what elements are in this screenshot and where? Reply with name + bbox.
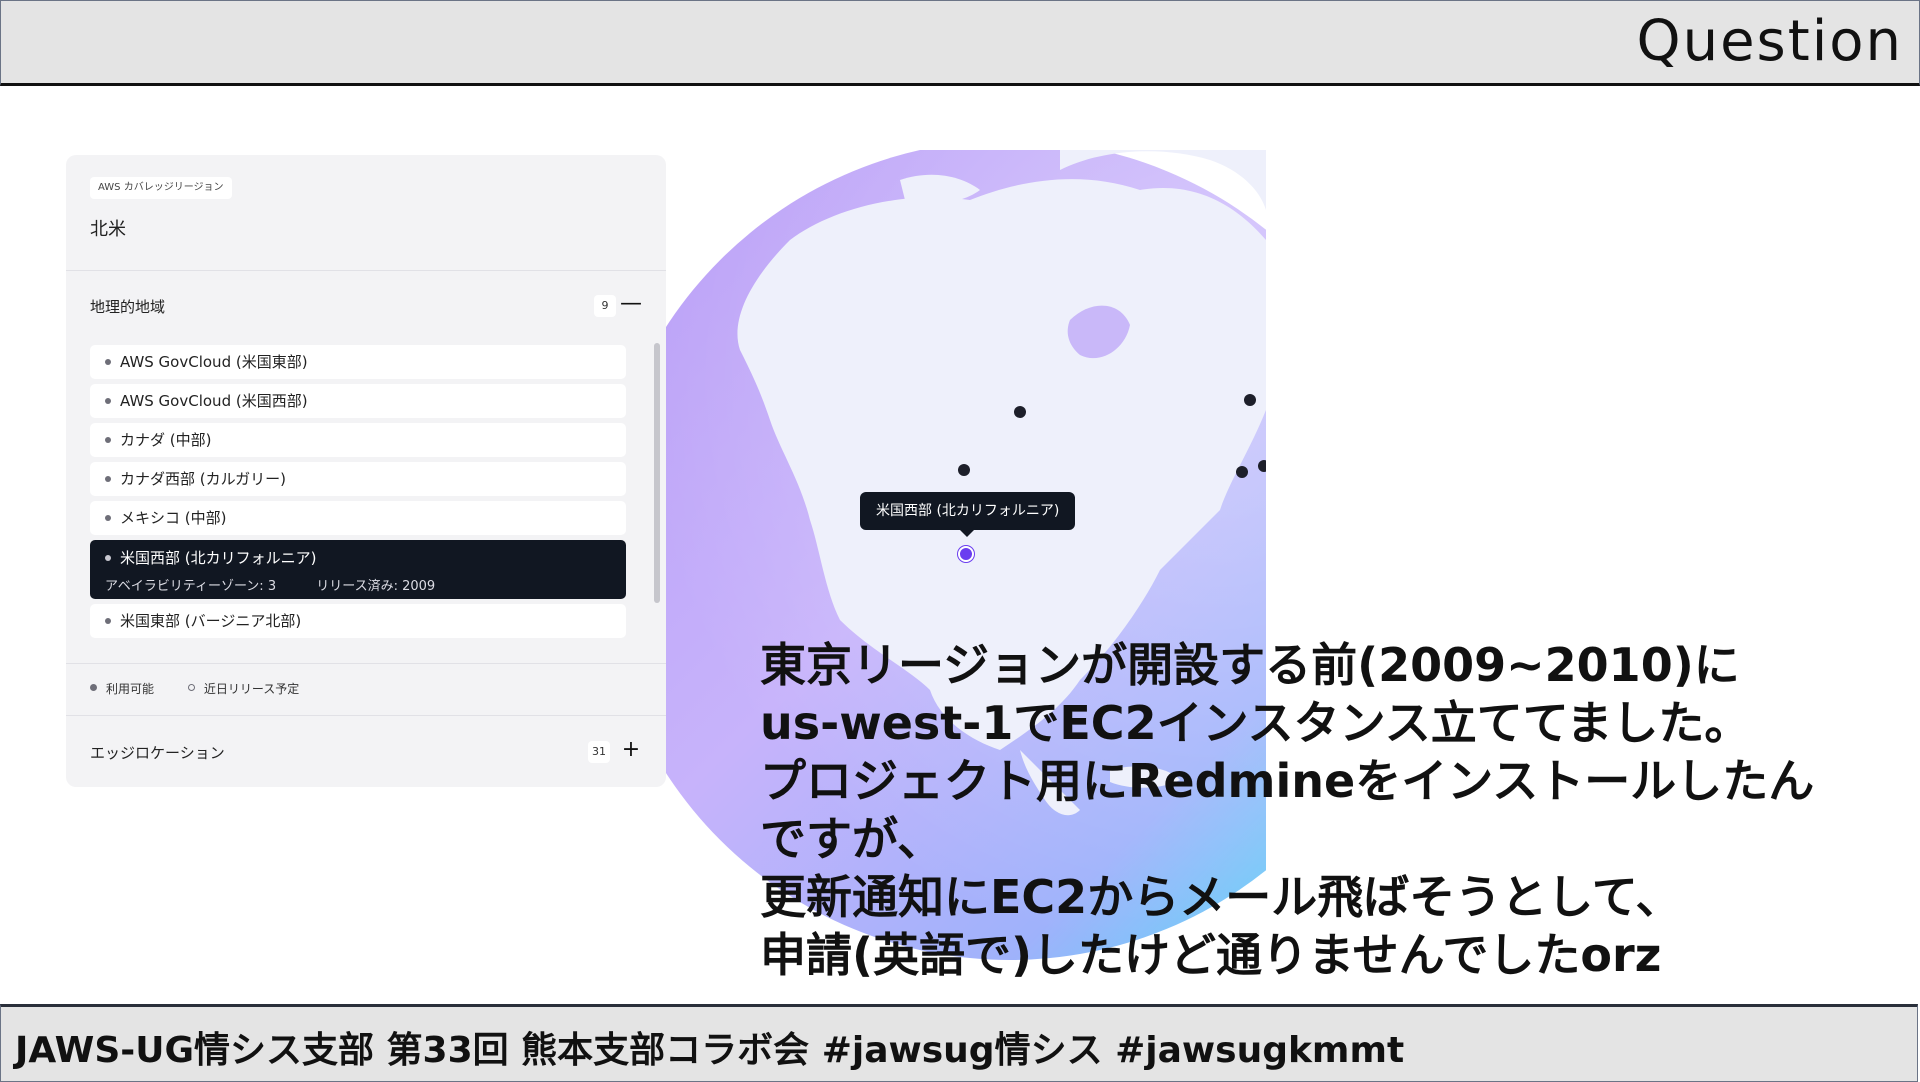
edge-section-label: エッジロケーション: [90, 744, 225, 762]
list-scrollbar[interactable]: [654, 343, 660, 603]
list-item-label: カナダ (中部): [120, 431, 212, 449]
question-line: プロジェクト用にRedmineをインストールしたん: [760, 754, 1815, 808]
legend-available: 利用可能: [90, 680, 154, 697]
list-item-label: カナダ西部 (カルガリー): [120, 470, 287, 488]
status-dot-icon: [105, 437, 111, 443]
question-line: 東京リージョンが開設する前(2009~2010)に: [760, 638, 1740, 692]
region-list: AWS GovCloud (米国東部) AWS GovCloud (米国西部) …: [90, 345, 626, 663]
divider: [66, 715, 666, 716]
list-item[interactable]: カナダ西部 (カルガリー): [90, 462, 626, 496]
question-line: 申請(英語で)したけど通りませんでしたorz: [760, 928, 1662, 982]
collapse-icon[interactable]: —: [620, 293, 642, 315]
question-line: ですが、: [760, 812, 944, 866]
status-dot-icon: [105, 555, 111, 561]
list-item[interactable]: 米国東部 (バージニア北部): [90, 604, 626, 638]
list-item-selected[interactable]: 米国西部 (北カリフォルニア) アベイラビリティーゾーン: 3 リリース済み: …: [90, 540, 626, 599]
list-item[interactable]: AWS GovCloud (米国東部): [90, 345, 626, 379]
legend-upcoming-label: 近日リリース予定: [203, 682, 300, 696]
list-item[interactable]: メキシコ (中部): [90, 501, 626, 535]
hollow-dot-icon: [187, 684, 195, 691]
legend-available-label: 利用可能: [106, 682, 155, 696]
region-pin[interactable]: [1258, 460, 1266, 472]
question-line: us-west-1でEC2インスタンス立ててました。: [760, 696, 1751, 750]
list-item-label: AWS GovCloud (米国西部): [120, 392, 308, 410]
map-tooltip: 米国西部 (北カリフォルニア): [860, 492, 1076, 537]
region-meta: アベイラビリティーゾーン: 3 リリース済み: 2009: [105, 575, 471, 594]
question-line: 更新通知にEC2からメール飛ばそうとして、: [760, 870, 1682, 924]
panel-region-title: 北米: [90, 219, 126, 240]
availability-zones: アベイラビリティーゾーン: 3: [105, 579, 277, 594]
slide-title: Question: [1636, 9, 1903, 74]
status-dot-icon: [105, 515, 111, 521]
legend-upcoming: 近日リリース予定: [187, 680, 300, 697]
region-pin[interactable]: [1236, 466, 1248, 478]
slide-header: Question: [0, 0, 1920, 86]
geo-count-badge: 9: [594, 295, 616, 317]
divider: [66, 663, 666, 664]
geo-section-label: 地理的地域: [90, 298, 166, 316]
list-item[interactable]: AWS GovCloud (米国西部): [90, 384, 626, 418]
list-item-label: 米国西部 (北カリフォルニア): [120, 549, 317, 567]
region-pin[interactable]: [1244, 394, 1256, 406]
event-title: JAWS-UG情シス支部 第33回 熊本支部コラボ会 #jawsug情シス #j…: [15, 1030, 1405, 1071]
status-dot-icon: [105, 398, 111, 404]
region-pin[interactable]: [958, 464, 970, 476]
status-dot-icon: [105, 359, 111, 365]
coverage-badge: AWS カバレッジリージョン: [90, 177, 232, 199]
edge-count-badge: 31: [588, 741, 610, 763]
region-pin[interactable]: [1014, 406, 1026, 418]
status-dot-icon: [105, 618, 111, 624]
region-panel: AWS カバレッジリージョン 北米 地理的地域 9 — AWS GovCloud…: [66, 155, 666, 787]
question-text: 東京リージョンが開設する前(2009~2010)に us-west-1でEC2イ…: [760, 636, 1910, 984]
filled-dot-icon: [90, 684, 97, 691]
list-item[interactable]: カナダ (中部): [90, 423, 626, 457]
region-pin-selected[interactable]: [958, 546, 974, 562]
list-item-label: メキシコ (中部): [120, 509, 227, 527]
slide-footer: JAWS-UG情シス支部 第33回 熊本支部コラボ会 #jawsug情シス #j…: [0, 1004, 1918, 1082]
divider: [66, 270, 666, 271]
release-year: リリース済み: 2009: [316, 579, 436, 594]
list-item-label: 米国東部 (バージニア北部): [120, 612, 302, 630]
status-dot-icon: [105, 476, 111, 482]
status-legend: 利用可能 近日リリース予定: [90, 680, 329, 697]
list-item-label: AWS GovCloud (米国東部): [120, 353, 308, 371]
expand-icon[interactable]: +: [620, 739, 642, 761]
